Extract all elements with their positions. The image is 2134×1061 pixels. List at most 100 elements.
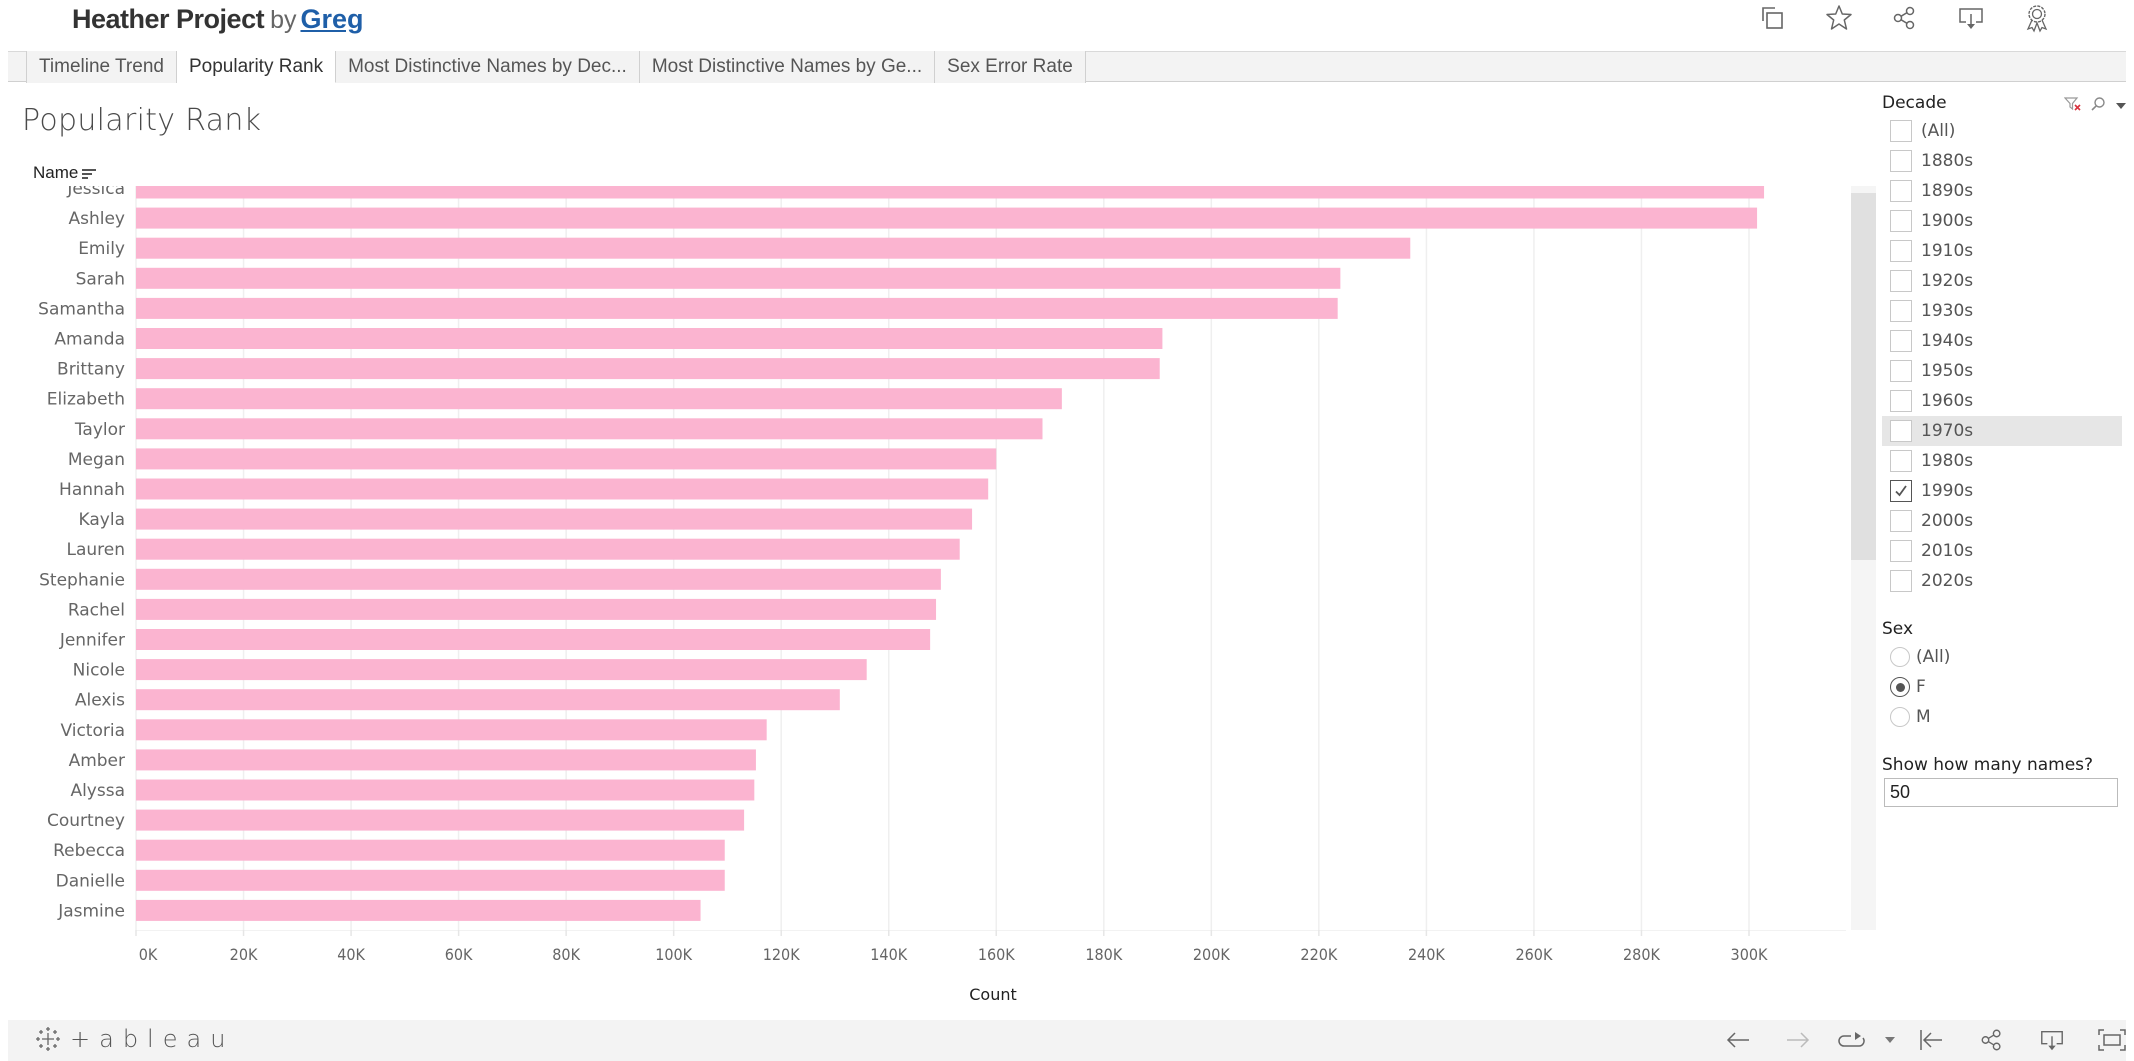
filter-menu-dropdown-icon[interactable] [2114, 94, 2128, 120]
sex-option[interactable]: M [1882, 702, 2134, 732]
decade-option[interactable]: 1930s [1882, 296, 2122, 326]
name-label[interactable]: Danielle [56, 871, 125, 891]
name-column-header[interactable]: Name [33, 163, 97, 183]
bar-hannah[interactable] [136, 478, 989, 500]
name-label[interactable]: Stephanie [39, 570, 125, 590]
redo-arrow-icon[interactable] [1768, 1024, 1828, 1056]
checkbox[interactable] [1890, 210, 1912, 232]
decade-option[interactable]: 1890s [1882, 176, 2122, 206]
bar-elizabeth[interactable] [136, 388, 1062, 410]
bar-brittany[interactable] [136, 358, 1160, 380]
checkbox[interactable] [1890, 570, 1912, 592]
revert-icon[interactable] [1828, 1024, 1878, 1056]
name-label[interactable]: Kayla [79, 510, 125, 530]
bar-jennifer[interactable] [136, 629, 931, 650]
name-label[interactable]: Ashley [68, 209, 125, 229]
bar-jessica[interactable] [136, 186, 1765, 199]
decade-option[interactable]: 1880s [1882, 146, 2122, 176]
tab-timeline-trend[interactable]: Timeline Trend [26, 51, 177, 83]
name-label[interactable]: Megan [68, 450, 125, 470]
checkbox[interactable] [1890, 360, 1912, 382]
decade-option[interactable]: 1920s [1882, 266, 2122, 296]
author-link[interactable]: Greg [300, 4, 363, 34]
checkbox[interactable] [1890, 330, 1912, 352]
name-label[interactable]: Jasmine [57, 901, 125, 921]
name-label[interactable]: Rebecca [53, 841, 125, 861]
favorite-star-icon[interactable] [1806, 3, 1872, 33]
bar-lauren[interactable] [136, 538, 960, 560]
bar-emily[interactable] [136, 237, 1411, 259]
decade-option[interactable]: (All) [1882, 116, 2122, 146]
tab-distinctive-by-decade[interactable]: Most Distinctive Names by Dec... [336, 51, 640, 83]
checkbox[interactable] [1890, 450, 1912, 472]
checkbox[interactable] [1890, 420, 1912, 442]
download-icon[interactable] [1938, 3, 2004, 33]
tab-popularity-rank[interactable]: Popularity Rank [176, 51, 337, 83]
bar-alexis[interactable] [136, 689, 840, 711]
show-names-input[interactable] [1884, 778, 2118, 807]
bar-taylor[interactable] [136, 418, 1043, 440]
badge-icon[interactable] [2004, 3, 2070, 33]
checkbox[interactable] [1890, 120, 1912, 142]
name-label[interactable]: Courtney [47, 811, 125, 831]
decade-option[interactable]: 1970s [1882, 416, 2122, 446]
bar-jasmine[interactable] [136, 899, 701, 921]
name-label[interactable]: Rachel [68, 600, 125, 620]
name-label[interactable]: Lauren [66, 540, 125, 560]
name-label[interactable]: Elizabeth [47, 390, 125, 410]
name-label[interactable]: Victoria [60, 721, 125, 741]
checkbox[interactable] [1890, 390, 1912, 412]
checkbox[interactable] [1890, 300, 1912, 322]
duplicate-icon[interactable] [1740, 3, 1806, 33]
name-label[interactable]: Nicole [73, 661, 125, 681]
bar-stephanie[interactable] [136, 568, 941, 590]
name-label[interactable]: Sarah [76, 269, 125, 289]
tab-distinctive-by-gender[interactable]: Most Distinctive Names by Ge... [639, 51, 936, 83]
bar-amanda[interactable] [136, 328, 1163, 349]
refresh-first-icon[interactable] [1902, 1024, 1962, 1056]
bar-sarah[interactable] [136, 267, 1341, 289]
decade-option[interactable]: 2010s [1882, 536, 2122, 566]
decade-option[interactable]: 1990s [1882, 476, 2122, 506]
bar-danielle[interactable] [136, 869, 725, 891]
decade-option[interactable]: 1940s [1882, 326, 2122, 356]
share-icon-bottom[interactable] [1962, 1024, 2022, 1056]
name-label[interactable]: Amber [69, 751, 125, 771]
scrollbar-thumb[interactable] [1851, 193, 1876, 560]
radio-selected[interactable] [1890, 677, 1910, 697]
name-label[interactable]: Amanda [54, 330, 125, 350]
bar-alyssa[interactable] [136, 779, 755, 801]
decade-option[interactable]: 1900s [1882, 206, 2122, 236]
decade-option[interactable]: 1950s [1882, 356, 2122, 386]
revert-dropdown-icon[interactable] [1878, 1024, 1902, 1056]
clear-filter-icon[interactable] [2063, 94, 2082, 120]
radio[interactable] [1890, 707, 1910, 727]
bar-ashley[interactable] [136, 207, 1758, 229]
sex-option[interactable]: (All) [1882, 642, 2134, 672]
search-icon[interactable] [2090, 94, 2106, 120]
radio[interactable] [1890, 647, 1910, 667]
bar-rebecca[interactable] [136, 839, 725, 861]
decade-option[interactable]: 1980s [1882, 446, 2122, 476]
sex-option[interactable]: F [1882, 672, 2134, 702]
checkbox[interactable] [1890, 240, 1912, 262]
decade-option[interactable]: 1960s [1882, 386, 2122, 416]
name-label[interactable]: Samantha [38, 299, 125, 319]
decade-option[interactable]: 2020s [1882, 566, 2122, 596]
checkbox[interactable] [1890, 180, 1912, 202]
name-label[interactable]: Alexis [75, 691, 125, 711]
fullscreen-icon[interactable] [2082, 1024, 2134, 1056]
name-label[interactable]: Taylor [74, 420, 125, 440]
name-label[interactable]: Jennifer [59, 631, 125, 651]
decade-option[interactable]: 1910s [1882, 236, 2122, 266]
decade-option[interactable]: 2000s [1882, 506, 2122, 536]
bar-megan[interactable] [136, 448, 997, 470]
bar-amber[interactable] [136, 749, 756, 771]
bar-kayla[interactable] [136, 508, 973, 530]
tab-sex-error-rate[interactable]: Sex Error Rate [935, 51, 1086, 83]
bar-courtney[interactable] [136, 809, 745, 831]
undo-arrow-icon[interactable] [1708, 1024, 1768, 1056]
tableau-logo[interactable]: +ableau [34, 1025, 234, 1053]
name-label[interactable]: Emily [78, 239, 125, 259]
checkbox[interactable] [1890, 540, 1912, 562]
